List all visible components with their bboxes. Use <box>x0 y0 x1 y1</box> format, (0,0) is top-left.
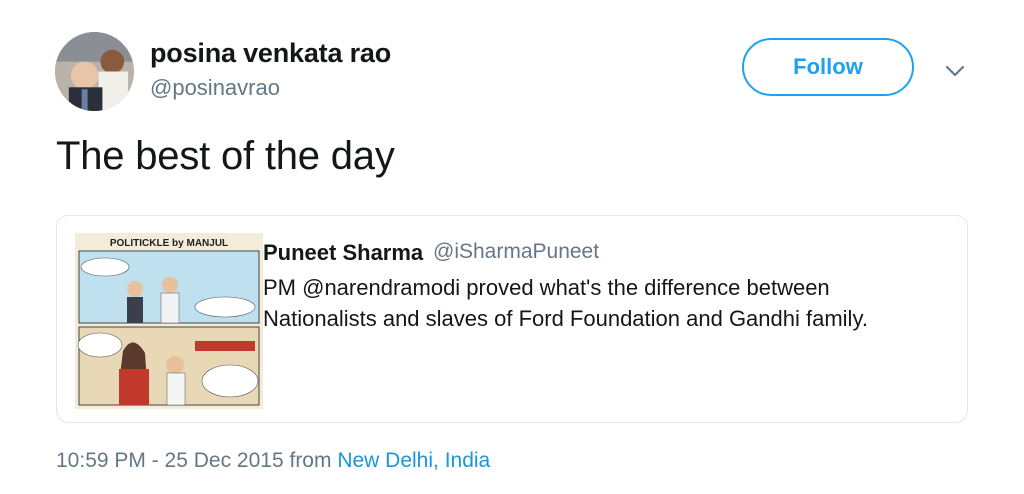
tweet-metadata: 10:59 PM - 25 Dec 2015 from New Delhi, I… <box>56 449 490 473</box>
from-label: from <box>289 449 332 472</box>
quoted-tweet-card[interactable]: POLITICKLE by MANJUL Puneet Sharma @iSha… <box>56 215 968 423</box>
chevron-down-icon[interactable] <box>944 60 966 82</box>
tweet-timestamp[interactable]: 10:59 PM - 25 Dec 2015 <box>56 449 284 472</box>
thumbnail-title: POLITICKLE by MANJUL <box>110 238 228 249</box>
avatar-photo <box>55 32 134 111</box>
quoted-tweet-thumbnail: POLITICKLE by MANJUL <box>75 233 263 409</box>
tweet-text: The best of the day <box>56 134 395 178</box>
follow-button[interactable]: Follow <box>742 38 914 96</box>
quoted-handle[interactable]: @iSharmaPuneet <box>433 240 599 264</box>
quoted-tweet-text: PM @narendramodi proved what's the diffe… <box>263 275 868 331</box>
author-display-name[interactable]: posina venkata rao <box>150 38 391 69</box>
author-handle[interactable]: @posinavrao <box>150 75 280 101</box>
quoted-display-name[interactable]: Puneet Sharma <box>263 240 423 266</box>
tweet-location[interactable]: New Delhi, India <box>337 449 490 472</box>
author-avatar[interactable] <box>55 32 134 111</box>
